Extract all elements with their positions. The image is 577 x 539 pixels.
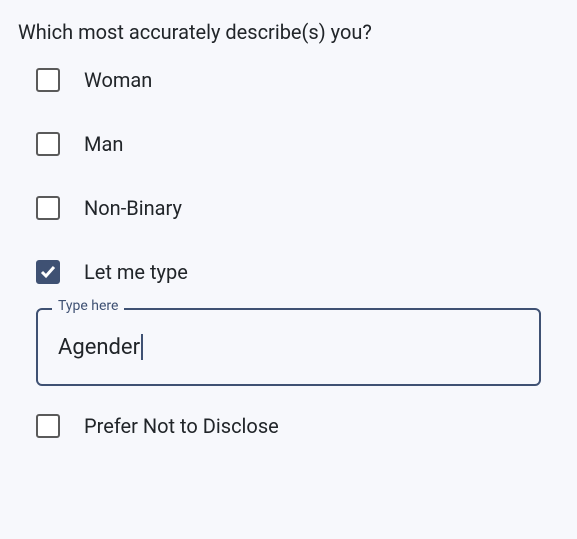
checkbox-letmetype[interactable]: [36, 260, 60, 284]
question-text: Which most accurately describe(s) you?: [18, 20, 559, 44]
check-icon: [40, 264, 56, 280]
option-row-prefernot[interactable]: Prefer Not to Disclose: [18, 414, 559, 438]
type-input-wrap: Type here Agender: [36, 308, 541, 386]
option-row-woman[interactable]: Woman: [18, 68, 559, 92]
checkbox-nonbinary[interactable]: [36, 196, 60, 220]
checkbox-woman[interactable]: [36, 68, 60, 92]
option-row-man[interactable]: Man: [18, 132, 559, 156]
option-label-prefernot: Prefer Not to Disclose: [84, 414, 279, 438]
checkbox-prefernot[interactable]: [36, 414, 60, 438]
type-input[interactable]: [36, 308, 541, 386]
option-row-letmetype[interactable]: Let me type: [18, 260, 559, 284]
option-row-nonbinary[interactable]: Non-Binary: [18, 196, 559, 220]
checkbox-man[interactable]: [36, 132, 60, 156]
option-label-man: Man: [84, 132, 123, 156]
option-label-letmetype: Let me type: [84, 260, 188, 284]
option-label-woman: Woman: [84, 68, 152, 92]
form-container: Which most accurately describe(s) you? W…: [0, 0, 577, 498]
type-input-legend: Type here: [52, 298, 124, 314]
option-label-nonbinary: Non-Binary: [84, 196, 182, 220]
